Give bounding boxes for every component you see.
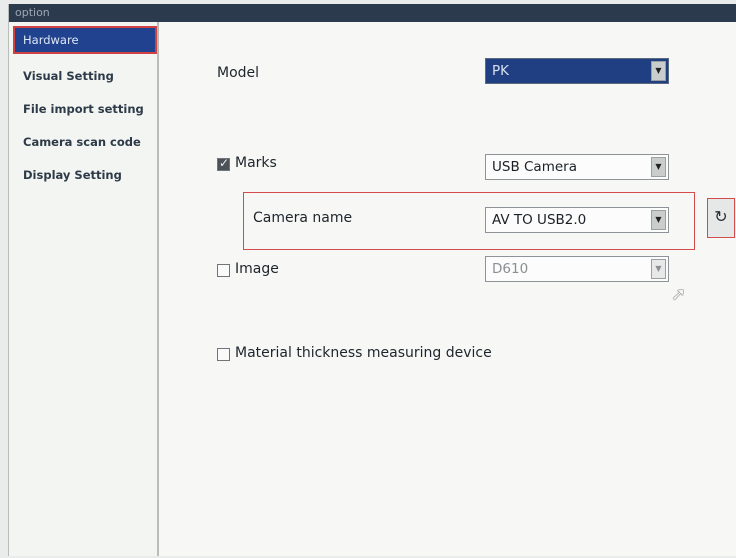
marks-label: Marks — [235, 155, 277, 171]
sidebar-item-hardware[interactable]: Hardware — [13, 26, 157, 54]
refresh-icon: ↻ — [714, 207, 728, 226]
marks-camera-value: USB Camera — [492, 159, 577, 175]
sidebar-item-camera-scan-code[interactable]: Camera scan code — [15, 130, 155, 154]
options-window: option Hardware Visual Setting File impo… — [8, 4, 736, 556]
thickness-checkbox[interactable] — [217, 348, 230, 361]
image-label: Image — [235, 261, 279, 277]
marks-checkbox[interactable] — [217, 156, 230, 171]
image-camera-value: D610 — [492, 261, 529, 277]
model-label: Model — [217, 65, 260, 81]
image-camera-select[interactable]: D610 ▼ — [485, 256, 669, 282]
refresh-button[interactable]: ↻ — [707, 198, 735, 238]
sidebar: Hardware Visual Setting File import sett… — [9, 22, 159, 556]
camera-name-value: AV TO USB2.0 — [492, 212, 587, 228]
image-checkbox[interactable] — [217, 264, 230, 277]
hardware-panel: Model PK ▼ Marks USB Camera ▼ Camera nam… — [159, 22, 736, 556]
chevron-down-icon: ▼ — [651, 210, 666, 230]
window-title: option — [9, 4, 736, 22]
model-select[interactable]: PK ▼ — [485, 58, 669, 84]
chevron-down-icon: ▼ — [651, 61, 666, 81]
sidebar-item-visual-setting[interactable]: Visual Setting — [15, 64, 155, 88]
camera-name-select[interactable]: AV TO USB2.0 ▼ — [485, 207, 669, 233]
mouse-pointer-icon: ➚ — [671, 284, 687, 305]
sidebar-item-file-import-setting[interactable]: File import setting — [15, 97, 155, 121]
chevron-down-icon: ▼ — [651, 157, 666, 177]
chevron-down-icon: ▼ — [651, 259, 666, 279]
sidebar-item-display-setting[interactable]: Display Setting — [15, 163, 155, 187]
model-value: PK — [492, 63, 509, 79]
thickness-label: Material thickness measuring device — [235, 345, 492, 361]
marks-camera-select[interactable]: USB Camera ▼ — [485, 154, 669, 180]
camera-name-label: Camera name — [253, 210, 353, 226]
